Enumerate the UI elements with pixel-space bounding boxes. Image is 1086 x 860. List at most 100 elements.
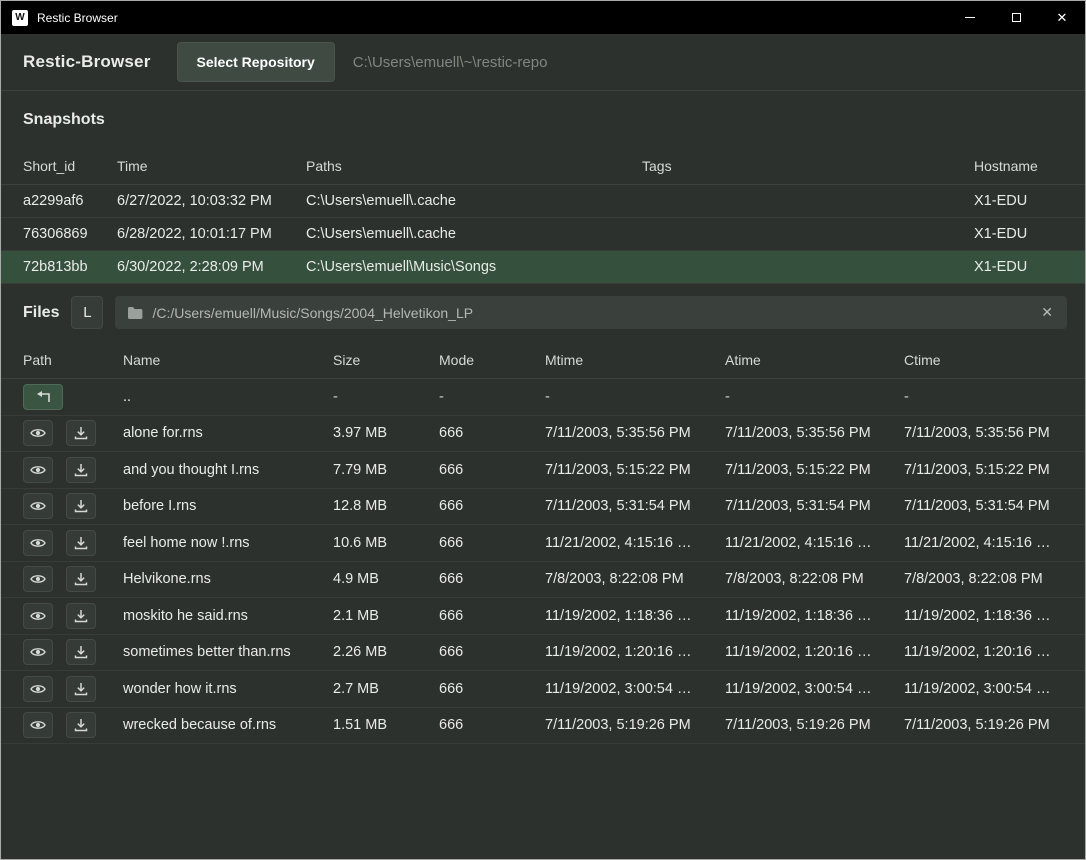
snapshot-row-selected[interactable]: 72b813bb 6/30/2022, 2:28:09 PM C:\Users\…	[1, 251, 1085, 284]
snapshot-time: 6/27/2022, 10:03:32 PM	[117, 193, 306, 209]
file-row-actions	[23, 493, 123, 519]
download-button[interactable]	[66, 457, 96, 483]
download-button[interactable]	[66, 493, 96, 519]
folder-icon	[127, 306, 143, 319]
file-atime: 7/8/2003, 8:22:08 PM	[725, 571, 904, 587]
file-row-actions	[23, 603, 123, 629]
file-mtime: 11/19/2002, 1:20:16 …	[545, 644, 725, 660]
preview-button[interactable]	[23, 493, 53, 519]
maximize-button[interactable]	[993, 1, 1039, 34]
file-name: wonder how it.rns	[123, 681, 333, 697]
file-mode: 666	[439, 535, 545, 551]
file-row[interactable]: alone for.rns 3.97 MB 666 7/11/2003, 5:3…	[1, 416, 1085, 453]
clear-path-button[interactable]: ✕	[1039, 304, 1055, 321]
file-row[interactable]: and you thought I.rns 7.79 MB 666 7/11/2…	[1, 452, 1085, 489]
up-left-arrow-icon	[35, 391, 51, 403]
snapshot-paths: C:\Users\emuell\.cache	[306, 193, 642, 209]
file-row[interactable]: before I.rns 12.8 MB 666 7/11/2003, 5:31…	[1, 489, 1085, 526]
download-button[interactable]	[66, 639, 96, 665]
download-icon	[74, 572, 88, 586]
download-icon	[74, 682, 88, 696]
file-mtime: 11/21/2002, 4:15:16 …	[545, 535, 725, 551]
file-size: 3.97 MB	[333, 425, 439, 441]
eye-icon	[30, 464, 46, 476]
file-atime: 11/21/2002, 4:15:16 …	[725, 535, 904, 551]
preview-button[interactable]	[23, 712, 53, 738]
file-mtime: 7/11/2003, 5:19:26 PM	[545, 717, 725, 733]
download-button[interactable]	[66, 603, 96, 629]
eye-icon	[30, 610, 46, 622]
file-name: moskito he said.rns	[123, 608, 333, 624]
download-button[interactable]	[66, 566, 96, 592]
preview-button[interactable]	[23, 420, 53, 446]
select-repository-button[interactable]: Select Repository	[177, 42, 335, 82]
col-name: Name	[123, 352, 333, 368]
repository-path: C:\Users\emuell\~\restic-repo	[353, 54, 548, 71]
file-mode: 666	[439, 717, 545, 733]
file-row[interactable]: feel home now !.rns 10.6 MB 666 11/21/20…	[1, 525, 1085, 562]
file-row[interactable]: Helvikone.rns 4.9 MB 666 7/8/2003, 8:22:…	[1, 562, 1085, 599]
tree-view-toggle-button[interactable]: L	[71, 296, 103, 329]
file-row[interactable]: moskito he said.rns 2.1 MB 666 11/19/200…	[1, 598, 1085, 635]
download-icon	[74, 645, 88, 659]
preview-button[interactable]	[23, 676, 53, 702]
download-icon	[74, 426, 88, 440]
snapshot-row[interactable]: a2299af6 6/27/2022, 10:03:32 PM C:\Users…	[1, 185, 1085, 218]
close-button[interactable]: ✕	[1039, 1, 1085, 34]
file-size: -	[333, 389, 439, 405]
file-ctime: 11/21/2002, 4:15:16 …	[904, 535, 1063, 551]
file-ctime: 11/19/2002, 1:20:16 …	[904, 644, 1063, 660]
snapshot-short-id: a2299af6	[23, 193, 117, 209]
file-path-input[interactable]	[152, 305, 1030, 321]
snapshot-row[interactable]: 76306869 6/28/2022, 10:01:17 PM C:\Users…	[1, 218, 1085, 251]
go-up-button[interactable]	[23, 384, 63, 410]
minimize-icon	[965, 17, 975, 18]
download-button[interactable]	[66, 530, 96, 556]
eye-icon	[30, 500, 46, 512]
col-atime: Atime	[725, 352, 904, 368]
file-ctime: 7/11/2003, 5:19:26 PM	[904, 717, 1063, 733]
preview-button[interactable]	[23, 603, 53, 629]
eye-icon	[30, 537, 46, 549]
minimize-button[interactable]	[947, 1, 993, 34]
file-row[interactable]: wonder how it.rns 2.7 MB 666 11/19/2002,…	[1, 671, 1085, 708]
file-mtime: 11/19/2002, 1:18:36 …	[545, 608, 725, 624]
file-row-actions	[23, 384, 123, 410]
file-size: 12.8 MB	[333, 498, 439, 514]
parent-directory-row[interactable]: .. - - - - -	[1, 379, 1085, 416]
file-ctime: 7/11/2003, 5:15:22 PM	[904, 462, 1063, 478]
download-button[interactable]	[66, 712, 96, 738]
window-title: Restic Browser	[37, 11, 118, 25]
file-name: feel home now !.rns	[123, 535, 333, 551]
col-short-id: Short_id	[23, 158, 117, 174]
snapshot-time: 6/28/2022, 10:01:17 PM	[117, 226, 306, 242]
file-mode: 666	[439, 498, 545, 514]
file-atime: 7/11/2003, 5:19:26 PM	[725, 717, 904, 733]
file-row-actions	[23, 566, 123, 592]
file-mtime: 7/8/2003, 8:22:08 PM	[545, 571, 725, 587]
file-ctime: 7/11/2003, 5:31:54 PM	[904, 498, 1063, 514]
file-name: ..	[123, 389, 333, 405]
preview-button[interactable]	[23, 530, 53, 556]
file-mode: 666	[439, 571, 545, 587]
preview-button[interactable]	[23, 639, 53, 665]
app-icon: W	[12, 10, 28, 26]
preview-button[interactable]	[23, 457, 53, 483]
file-mode: 666	[439, 644, 545, 660]
download-button[interactable]	[66, 676, 96, 702]
file-row-actions	[23, 530, 123, 556]
file-row[interactable]: wrecked because of.rns 1.51 MB 666 7/11/…	[1, 708, 1085, 745]
file-name: wrecked because of.rns	[123, 717, 333, 733]
snapshot-paths: C:\Users\emuell\.cache	[306, 226, 642, 242]
file-row[interactable]: sometimes better than.rns 2.26 MB 666 11…	[1, 635, 1085, 672]
snapshot-short-id: 76306869	[23, 226, 117, 242]
download-button[interactable]	[66, 420, 96, 446]
eye-icon	[30, 683, 46, 695]
preview-button[interactable]	[23, 566, 53, 592]
col-path: Path	[23, 352, 123, 368]
download-icon	[74, 499, 88, 513]
download-icon	[74, 609, 88, 623]
titlebar: W Restic Browser ✕	[1, 1, 1085, 34]
eye-icon	[30, 646, 46, 658]
file-ctime: -	[904, 389, 1063, 405]
